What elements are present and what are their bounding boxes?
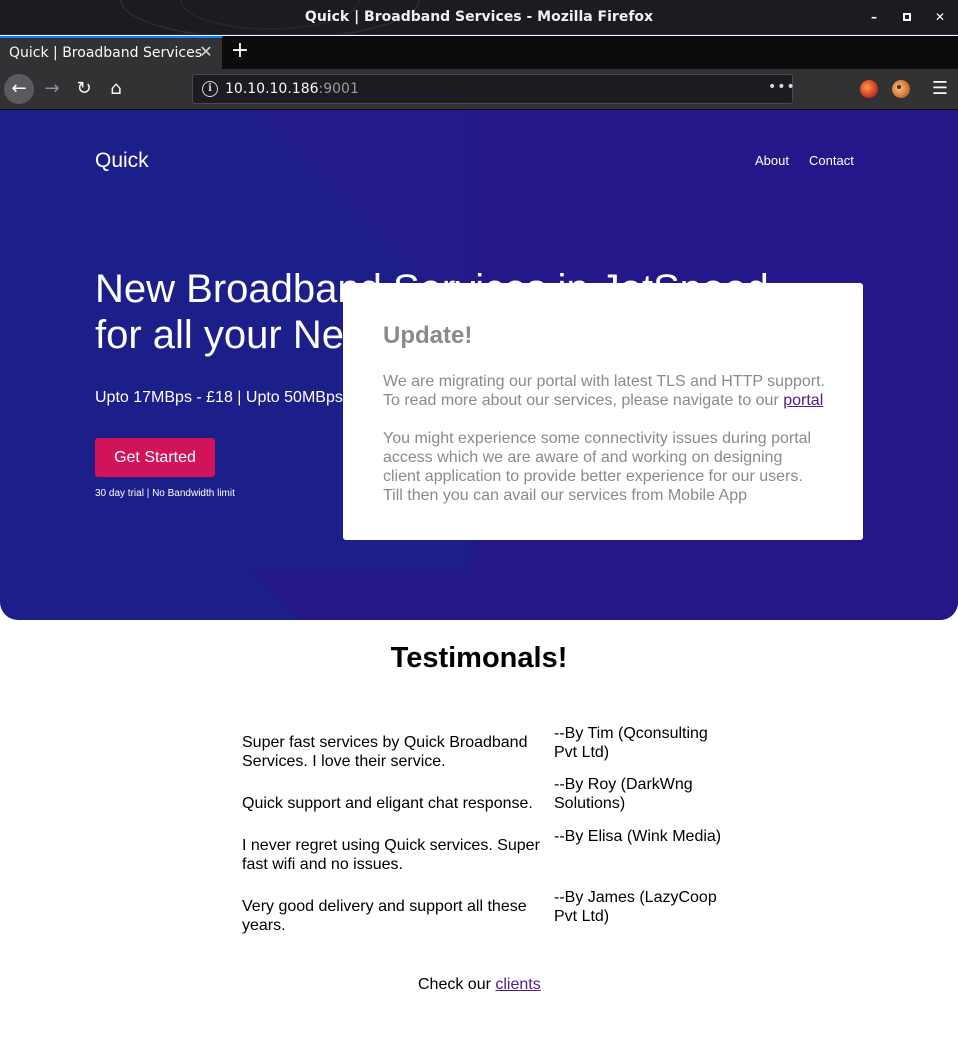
url-text[interactable]: 10.10.10.186:9001 xyxy=(225,81,359,97)
site-brand-logo[interactable]: Quick xyxy=(95,149,149,173)
clients-link[interactable]: clients xyxy=(495,976,540,993)
portal-link[interactable]: portal xyxy=(783,392,823,409)
hamburger-menu-icon[interactable]: ☰ xyxy=(928,74,952,104)
modal-paragraph-connectivity: You might experience some connectivity i… xyxy=(383,430,812,504)
tab-quick-broadband[interactable]: Quick | Broadband Services ✕ xyxy=(0,36,222,69)
tab-close-icon[interactable]: ✕ xyxy=(197,43,215,61)
tab-bar: Quick | Broadband Services ✕ + xyxy=(0,36,958,69)
modal-p1-text: We are migrating our portal with latest … xyxy=(383,373,825,409)
hero-background-shape xyxy=(250,570,958,620)
check-clients-line: Check our clients xyxy=(418,976,541,994)
site-info-icon[interactable]: i xyxy=(202,81,218,97)
back-button[interactable]: ← xyxy=(4,74,34,104)
extension-icon[interactable] xyxy=(860,80,878,98)
forward-button[interactable]: → xyxy=(37,74,67,104)
testimonial-text: Quick support and eligant chat response. xyxy=(242,795,533,812)
cookie-extension-icon[interactable] xyxy=(892,80,910,98)
close-window-button[interactable]: ✕ xyxy=(932,9,948,25)
testimonial-author: --By James (LazyCoop Pvt Ltd) xyxy=(554,889,717,925)
window-title: Quick | Broadband Services - Mozilla Fir… xyxy=(304,9,654,25)
update-modal: Update! We are migrating our portal with… xyxy=(343,283,863,540)
url-bar[interactable]: i 10.10.10.186:9001 ••• xyxy=(192,74,796,104)
trial-note: 30 day trial | No Bandwidth limit xyxy=(95,488,235,499)
home-button[interactable]: ⌂ xyxy=(101,74,131,104)
testimonial-text: I never regret using Quick services. Sup… xyxy=(242,837,540,873)
new-tab-button[interactable]: + xyxy=(229,39,251,63)
testimonial-text: Super fast services by Quick Broadband S… xyxy=(242,734,528,770)
testimonial-author: --By Tim (Qconsulting Pvt Ltd) xyxy=(554,725,708,761)
testimonial-author: --By Roy (DarkWng Solutions) xyxy=(554,776,693,812)
url-port: :9001 xyxy=(318,81,359,97)
url-host: 10.10.10.186 xyxy=(225,81,319,97)
pricing-subline: Upto 17MBps - £18 | Upto 50MBps xyxy=(95,389,343,406)
modal-paragraph-migration: We are migrating our portal with latest … xyxy=(383,372,833,410)
reload-button[interactable]: ↻ xyxy=(69,74,99,104)
window-titlebar: Quick | Broadband Services - Mozilla Fir… xyxy=(0,0,958,35)
nav-contact-link[interactable]: Contact xyxy=(809,153,854,168)
maximize-button[interactable] xyxy=(899,9,915,25)
nav-about-link[interactable]: About xyxy=(755,153,789,168)
maximize-icon xyxy=(903,13,911,21)
check-text: Check our xyxy=(418,976,491,993)
testimonial-text: Very good delivery and support all these… xyxy=(242,898,527,934)
testimonials-heading: Testimonals! xyxy=(390,642,568,674)
minimize-button[interactable]: – xyxy=(866,9,882,25)
page-actions-icon[interactable]: ••• xyxy=(768,79,796,95)
get-started-button[interactable]: Get Started xyxy=(95,438,215,477)
tab-label: Quick | Broadband Services xyxy=(9,45,202,61)
testimonial-author: --By Elisa (Wink Media) xyxy=(554,828,722,845)
modal-title: Update! xyxy=(383,322,473,349)
navigation-toolbar: ← → ↻ ⌂ i 10.10.10.186:9001 ••• xyxy=(0,69,958,110)
